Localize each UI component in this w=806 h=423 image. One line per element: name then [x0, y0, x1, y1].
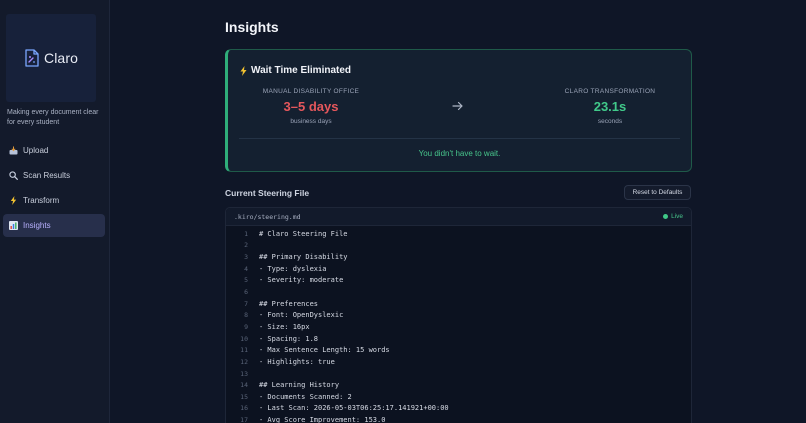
line-content: - Size: 16px [259, 322, 310, 331]
logo[interactable]: Claro [6, 14, 96, 102]
app-tagline: Making every document clear for every st… [7, 109, 99, 126]
steering-section-title: Current Steering File [225, 188, 310, 198]
sidebar-nav: Upload Scan Results Transform Insights [3, 139, 105, 239]
sidebar-item-label: Insights [23, 221, 51, 230]
lightning-icon [240, 65, 247, 76]
claro-transformation-metric: CLARO TRANSFORMATION 23.1s seconds [535, 88, 685, 125]
line-content: - Avg Score Improvement: 153.0 [259, 416, 386, 423]
code-line: 8 - Font: OpenDyslexic [226, 309, 691, 321]
status-dot-icon [663, 214, 669, 219]
line-content: - Font: OpenDyslexic [259, 311, 344, 320]
steering-file-viewer[interactable]: .kiro/steering.md Live 1 # Claro Steering… [225, 207, 692, 423]
line-number: 2 [244, 241, 248, 250]
code-line: 4 - Type: dyslexia [226, 263, 691, 275]
sidebar-item-scan-results[interactable]: Scan Results [3, 164, 105, 187]
sidebar-item-label: Upload [23, 146, 49, 155]
page-title: Insights [225, 19, 279, 35]
line-content: ## Preferences [259, 299, 319, 308]
code-line: 12 - Highlights: true [226, 356, 691, 368]
line-number: 14 [240, 381, 248, 390]
metric-unit: seconds [597, 118, 623, 125]
line-number: 15 [240, 392, 248, 401]
line-content: - Type: dyslexia [259, 264, 327, 273]
line-number: 6 [244, 288, 248, 297]
metric-label: CLARO TRANSFORMATION [564, 88, 656, 95]
code-line: 10 - Spacing: 1.8 [226, 333, 691, 345]
line-number: 11 [240, 346, 248, 355]
line-content: - Severity: moderate [259, 276, 344, 285]
reset-to-defaults-button[interactable]: Reset to Defaults [624, 185, 691, 200]
line-number: 8 [244, 311, 248, 320]
wait-card-title-text: Wait Time Eliminated [251, 65, 352, 76]
main-content: Insights Wait Time Eliminated MANUAL DIS… [110, 0, 806, 423]
sidebar-item-label: Scan Results [23, 171, 71, 180]
code-line: 14 ## Learning History [226, 379, 691, 391]
line-number: 10 [240, 334, 248, 343]
sidebar-item-transform[interactable]: Transform [3, 189, 105, 212]
line-number: 17 [240, 416, 248, 423]
code-line: 5 - Severity: moderate [226, 275, 691, 287]
wait-card-title: Wait Time Eliminated [240, 65, 351, 76]
code-header: .kiro/steering.md Live [226, 208, 691, 226]
code-line: 7 ## Preferences [226, 298, 691, 310]
magnifier-icon [9, 171, 18, 180]
line-content: ## Primary Disability [259, 253, 348, 262]
app-root: Claro Making every document clear for ev… [0, 0, 806, 423]
code-line: 16 - Last Scan: 2026-05-03T06:25:17.14192… [226, 403, 691, 415]
code-line: 2 [226, 240, 691, 252]
sidebar: Claro Making every document clear for ev… [0, 0, 110, 423]
line-number: 16 [240, 404, 248, 413]
line-content: - Last Scan: 2026-05-03T06:25:17.141921+… [259, 404, 449, 413]
line-content: - Documents Scanned: 2 [259, 392, 352, 401]
code-line: 6 [226, 286, 691, 298]
code-body: 1 # Claro Steering File 2 3 ## Primary Disab… [226, 226, 691, 423]
wait-time-card: Wait Time Eliminated MANUAL DISABILITY O… [225, 49, 692, 172]
code-line: 3 ## Primary Disability [226, 251, 691, 263]
line-number: 9 [244, 322, 248, 331]
code-line: 1 # Claro Steering File [226, 228, 691, 240]
line-content: - Highlights: true [259, 357, 335, 366]
code-line: 15 - Documents Scanned: 2 [226, 391, 691, 403]
code-line: 17 - Avg Score Improvement: 153.0 [226, 414, 691, 423]
sidebar-item-insights[interactable]: Insights [3, 214, 105, 237]
code-line: 13 [226, 368, 691, 380]
metric-label: MANUAL DISABILITY OFFICE [262, 88, 360, 95]
metric-unit: business days [290, 118, 332, 125]
line-number: 5 [244, 276, 248, 285]
code-line: 11 - Max Sentence Length: 15 words [226, 344, 691, 356]
arrow-right-icon [452, 101, 463, 111]
wait-card-tagline: You didn't have to wait. [418, 149, 501, 158]
line-content: ## Learning History [259, 381, 340, 390]
line-content: - Spacing: 1.8 [259, 334, 319, 343]
app-name: Claro [44, 50, 78, 66]
lightning-icon [9, 196, 18, 205]
live-status: Live [663, 213, 683, 220]
metric-value: 3–5 days [283, 99, 339, 114]
file-path: .kiro/steering.md [234, 212, 301, 221]
code-line: 9 - Size: 16px [226, 321, 691, 333]
card-divider [239, 138, 680, 139]
line-number: 4 [244, 264, 248, 273]
line-number: 3 [244, 253, 248, 262]
sidebar-item-label: Transform [23, 196, 60, 205]
line-number: 12 [240, 357, 248, 366]
manual-office-metric: MANUAL DISABILITY OFFICE 3–5 days busine… [236, 88, 386, 125]
line-number: 7 [244, 299, 248, 308]
bar-chart-icon [9, 221, 18, 230]
metric-value: 23.1s [593, 99, 627, 114]
line-number: 1 [244, 229, 248, 238]
sidebar-item-upload[interactable]: Upload [3, 139, 105, 162]
live-status-label: Live [671, 213, 683, 220]
document-sparkle-icon [25, 49, 39, 67]
line-number: 13 [240, 369, 248, 378]
inbox-tray-icon [9, 146, 18, 155]
line-content: # Claro Steering File [259, 229, 348, 238]
line-content: - Max Sentence Length: 15 words [259, 346, 390, 355]
